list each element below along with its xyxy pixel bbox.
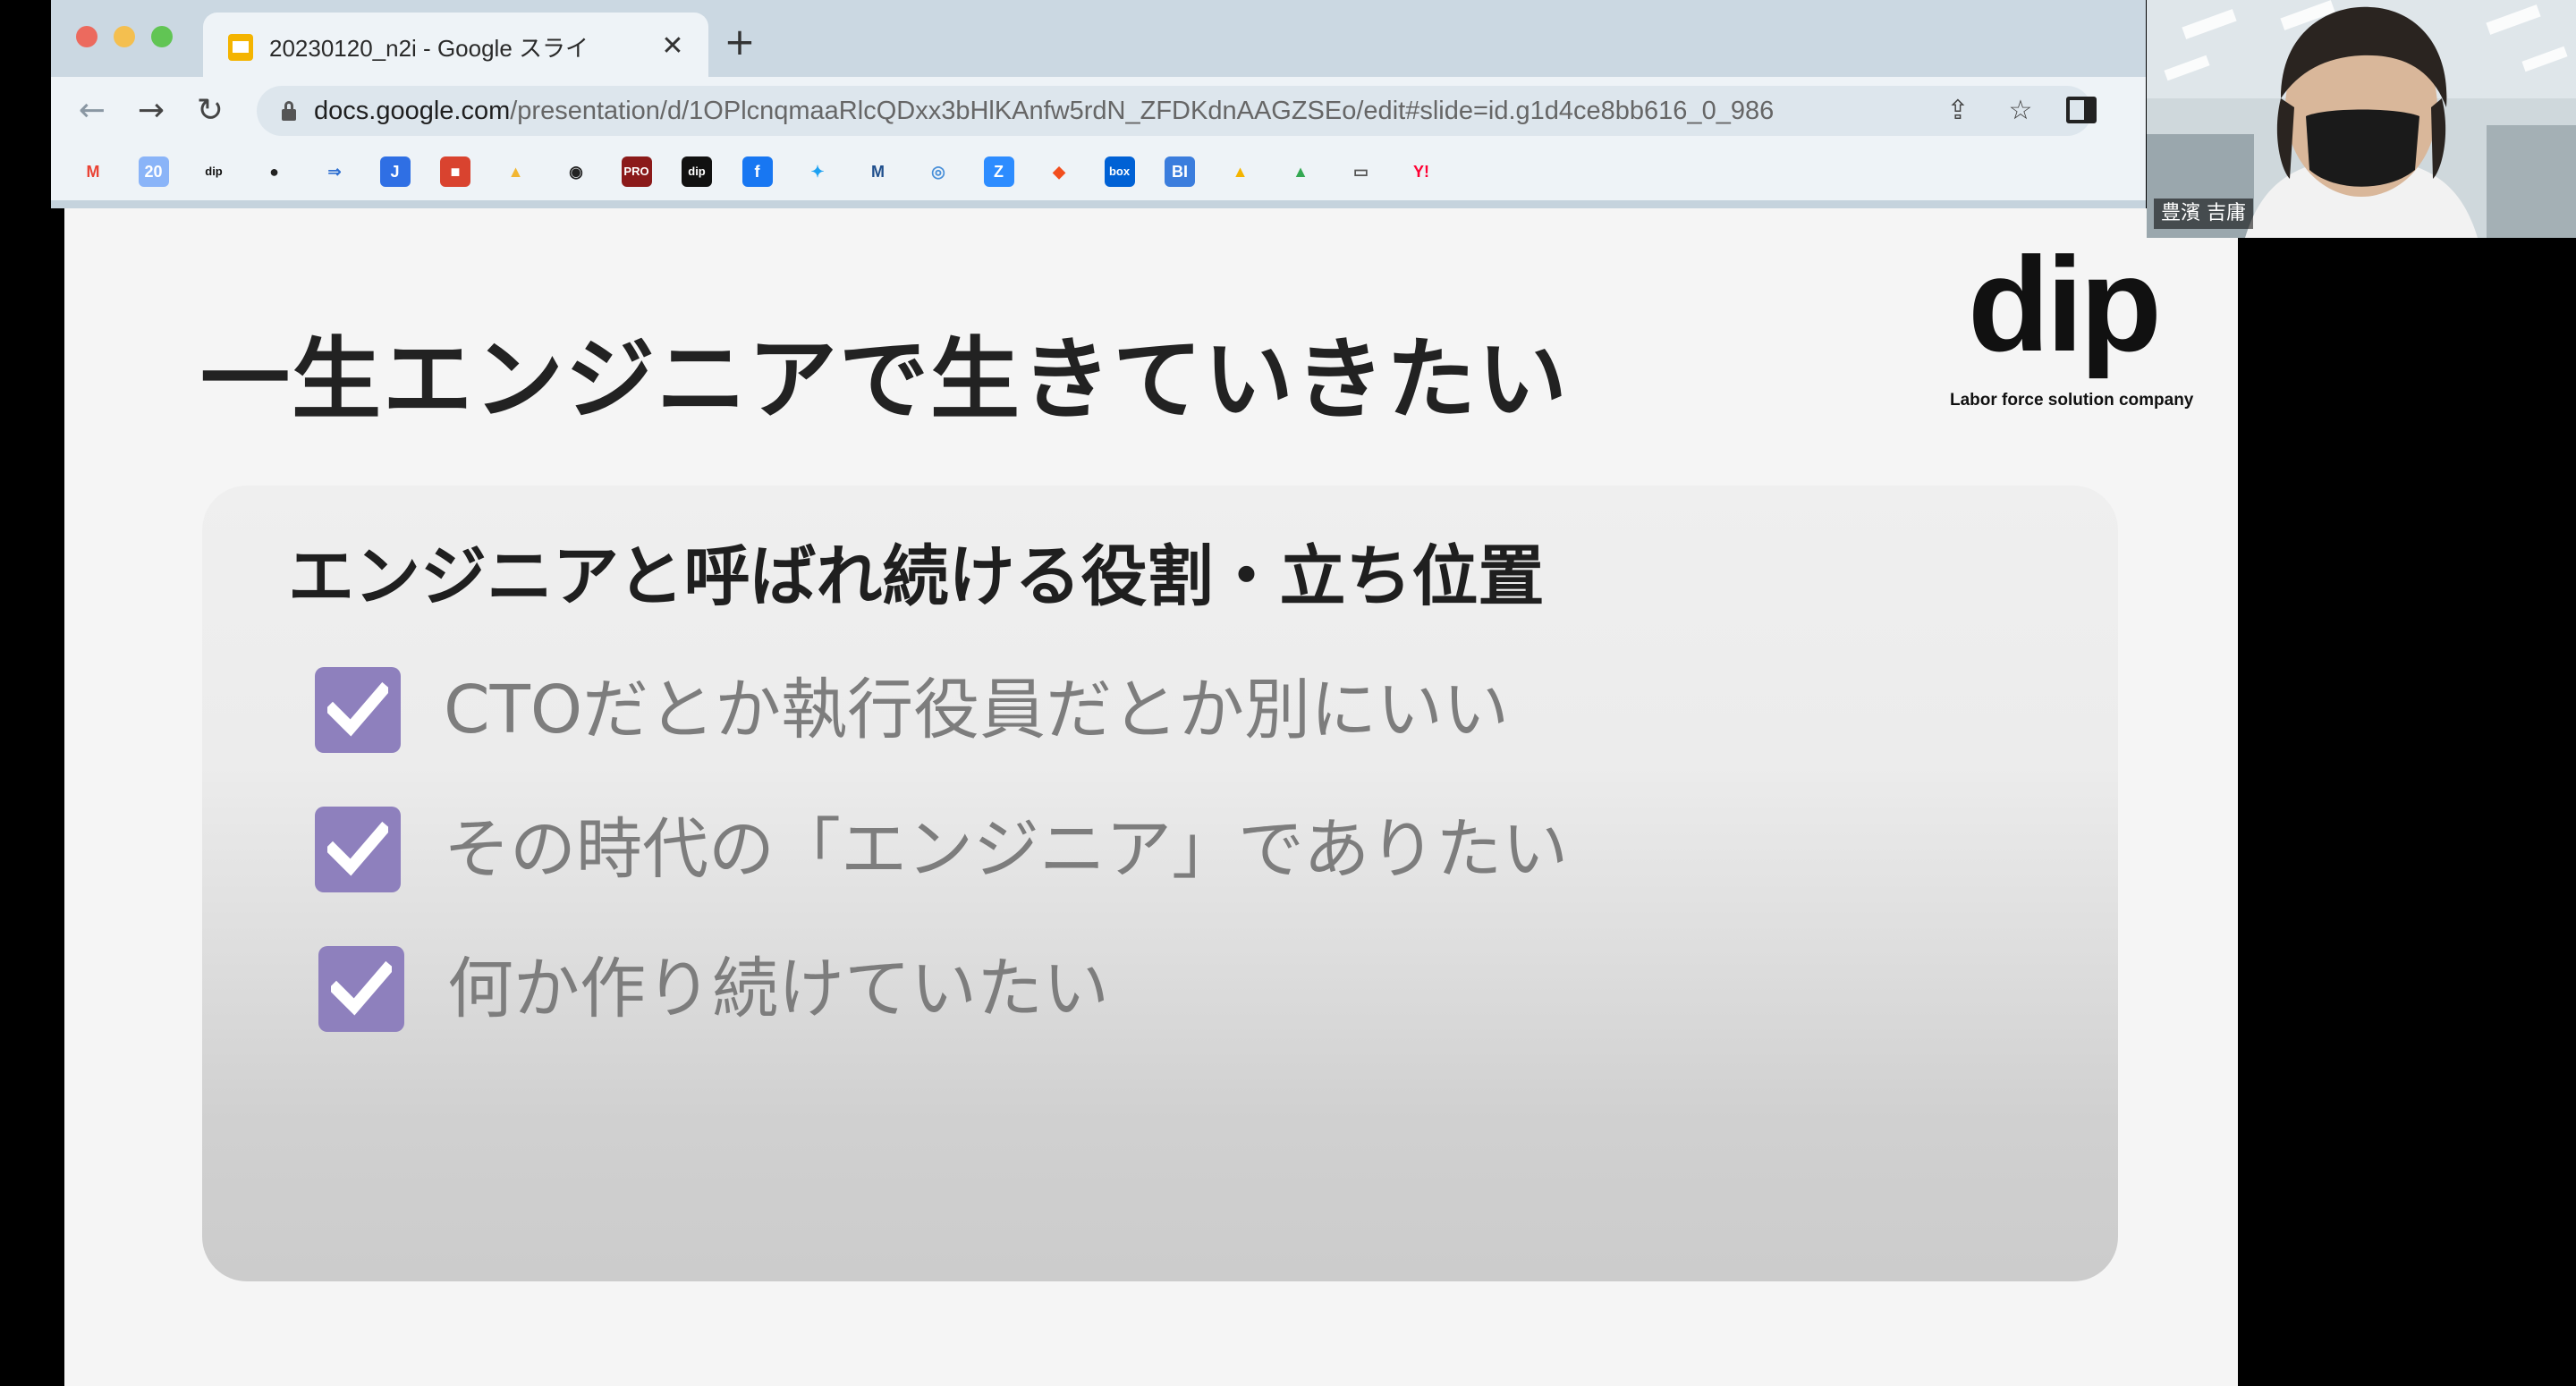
url-text[interactable]: docs.google.com/presentation/d/1OPlcnqma… — [314, 86, 1774, 136]
forward-button[interactable]: → — [130, 89, 173, 132]
window-close-button[interactable] — [76, 26, 97, 47]
jira-bookmark[interactable]: J — [379, 156, 411, 187]
zoom-bookmark[interactable]: Z — [983, 156, 1014, 187]
checkbox-checked-icon — [315, 667, 401, 753]
tab-close-icon[interactable]: ✕ — [655, 29, 691, 64]
checklist-item-text: 何か作り続けていたい — [447, 951, 1109, 1027]
pro-bookmark[interactable]: PRO — [621, 156, 652, 187]
browser-tab[interactable]: 20230120_n2i - Google スライ ✕ — [203, 13, 708, 77]
browser-window: 20230120_n2i - Google スライ ✕ + ← → ↻ docs… — [51, 0, 2146, 208]
box-bookmark[interactable]: box — [1104, 156, 1135, 187]
twitter-bookmark[interactable]: ✦ — [802, 156, 833, 187]
panda-bookmark[interactable]: ◉ — [561, 156, 591, 187]
share-icon[interactable]: ⇪ — [1940, 93, 1976, 129]
back-button[interactable]: ← — [71, 89, 114, 132]
checklist-item-text: CTOだとか執行役員だとか別にいい — [444, 672, 1510, 748]
lock-icon[interactable] — [282, 101, 296, 121]
folder-bookmark[interactable]: ▭ — [1345, 156, 1377, 187]
bookmarks-bar: M 20 dip ● ⇒ J ■ ▲ ◉ PRO dip f ✦ M ◎ Z ◆ box BI ▲ ▲ ▭ Y! — [51, 145, 2146, 200]
checklist-item-text: その時代の「エンジニア」でありたい — [444, 811, 1569, 888]
side-panel-icon[interactable] — [2066, 97, 2097, 123]
browser-toolbar: ← → ↻ docs.google.com/presentation/d/1OP… — [51, 77, 2146, 145]
drive-bookmark[interactable]: ▲ — [1285, 156, 1316, 187]
url-path: /presentation/d/1OPlcnqmaaRlcQDxx3bHlKAn… — [510, 97, 1775, 125]
window-minimize-button[interactable] — [114, 26, 135, 47]
address-bar[interactable]: docs.google.com/presentation/d/1OPlcnqma… — [257, 86, 2092, 136]
tab-title: 20230120_n2i - Google スライ — [269, 35, 589, 62]
checklist-item: 何か作り続けていたい — [318, 946, 2018, 1035]
chrome-divider — [51, 200, 2146, 208]
dip-portal-bookmark[interactable]: dip — [199, 156, 229, 187]
logo-tagline: Labor force solution company — [1950, 391, 2194, 410]
checkbox-checked-icon — [315, 807, 401, 892]
card-heading: エンジニアと呼ばれ続ける役割・立ち位置 — [288, 538, 1545, 615]
webcam-video: 豊濱 吉庸 — [2147, 0, 2576, 238]
url-host: docs.google.com — [314, 97, 511, 125]
yahoo-bookmark[interactable]: Y! — [1406, 156, 1436, 187]
dip-logo: dip Labor force solution company — [1950, 237, 2209, 416]
window-maximize-button[interactable] — [151, 26, 173, 47]
checkbox-checked-icon — [318, 946, 404, 1032]
drive-shared-bookmark[interactable]: ▲ — [1224, 156, 1256, 187]
participant-name-label: 豊濱 吉庸 — [2154, 199, 2253, 229]
m-bookmark[interactable]: M — [862, 156, 894, 187]
bookmark-star-icon[interactable]: ☆ — [2003, 93, 2038, 129]
dip-bookmark[interactable]: dip — [682, 156, 712, 187]
red-app-bookmark[interactable]: ■ — [440, 156, 470, 187]
slides-favicon-icon — [228, 34, 253, 61]
gmail-bookmark[interactable]: M — [78, 156, 108, 187]
blue-circle-bookmark[interactable]: ◎ — [923, 156, 953, 187]
checklist-item: CTOだとか執行役員だとか別にいい — [315, 667, 2014, 756]
cat-bookmark[interactable]: ▲ — [500, 156, 531, 187]
facebook-bookmark[interactable]: f — [741, 156, 773, 187]
checklist-item: その時代の「エンジニア」でありたい — [315, 807, 2014, 896]
slide-title: 一生エンジニアで生きていきたい — [200, 327, 1569, 432]
bi-bookmark[interactable]: BI — [1165, 156, 1195, 187]
logo-wordmark: dip — [1968, 229, 2162, 379]
globe-bookmark[interactable]: ● — [258, 156, 290, 187]
presentation-slide: 一生エンジニアで生きていきたい dip Labor force solution… — [64, 208, 2238, 1386]
tab-strip: 20230120_n2i - Google スライ ✕ + — [51, 0, 2146, 77]
reload-button[interactable]: ↻ — [189, 89, 232, 132]
screen: 20230120_n2i - Google スライ ✕ + ← → ↻ docs… — [0, 0, 2576, 1386]
content-card: エンジニアと呼ばれ続ける役割・立ち位置 CTOだとか執行役員だとか別にいい その… — [202, 486, 2118, 1281]
figma-bookmark[interactable]: ◆ — [1044, 156, 1074, 187]
new-tab-button[interactable]: + — [717, 20, 762, 64]
arrow-bookmark[interactable]: ⇒ — [319, 156, 350, 187]
calendar-bookmark[interactable]: 20 — [138, 156, 169, 187]
